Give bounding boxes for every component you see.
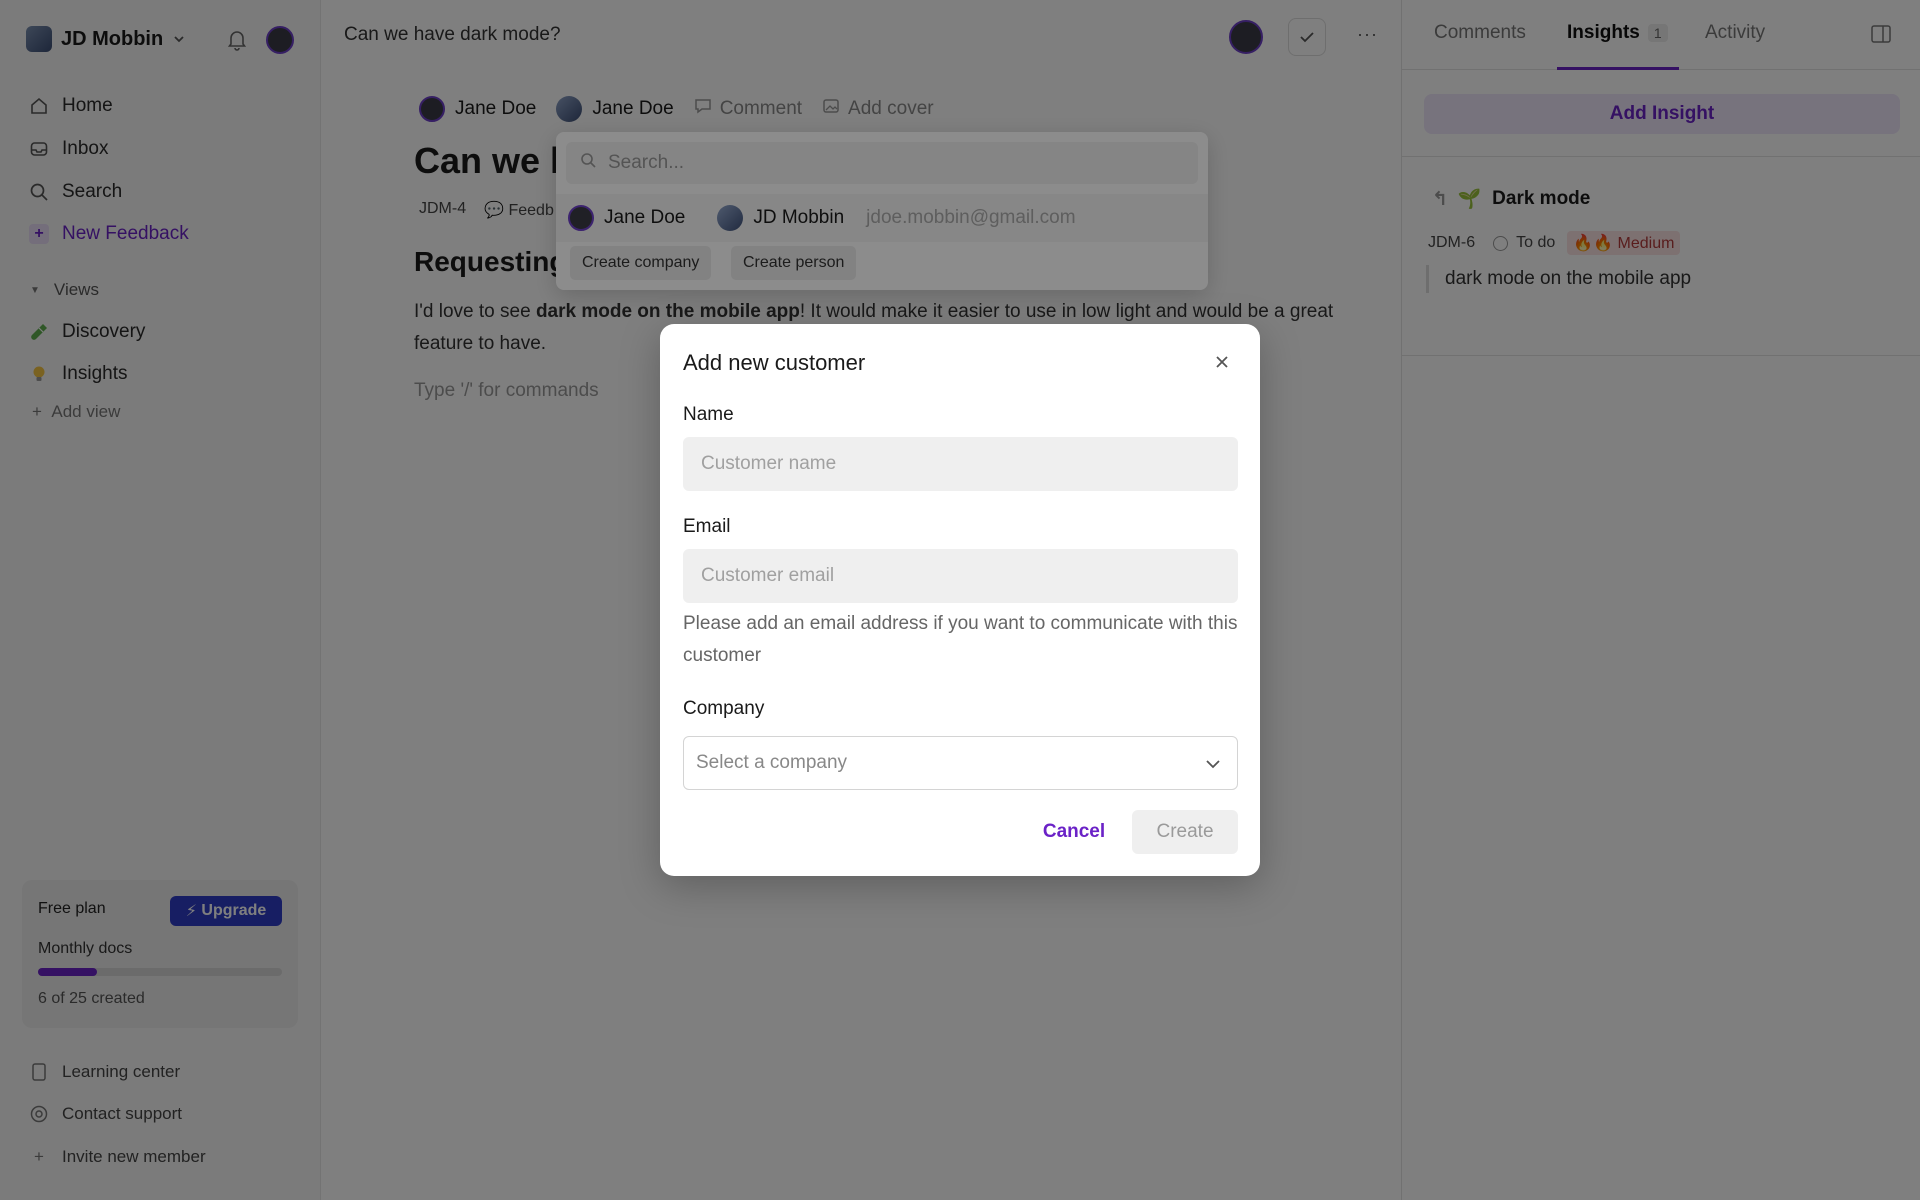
customer-name-input[interactable] bbox=[683, 437, 1238, 491]
close-button[interactable] bbox=[1210, 350, 1234, 374]
search-icon bbox=[580, 152, 596, 174]
email-help-text: Please add an email address if you want … bbox=[683, 613, 1238, 666]
customer-picker-dropdown: Search... Jane Doe JD Mobbin jdoe.mobbin… bbox=[556, 132, 1208, 290]
company-select[interactable]: Select a company bbox=[683, 736, 1238, 790]
cancel-button[interactable]: Cancel bbox=[1025, 810, 1123, 854]
email-label: Email bbox=[683, 516, 731, 537]
option-company-name: JD Mobbin bbox=[753, 207, 845, 228]
create-button[interactable]: Create bbox=[1132, 810, 1238, 854]
name-label: Name bbox=[683, 404, 734, 425]
avatar bbox=[568, 205, 594, 231]
create-company-button[interactable]: Create company bbox=[570, 246, 712, 280]
company-label: Company bbox=[683, 698, 765, 719]
close-icon bbox=[1216, 356, 1228, 368]
customer-email-input[interactable] bbox=[683, 549, 1238, 603]
dropdown-search-field[interactable]: Search... bbox=[566, 142, 1198, 184]
avatar bbox=[717, 205, 744, 231]
search-placeholder: Search... bbox=[608, 152, 685, 173]
option-person-name: Jane Doe bbox=[604, 207, 686, 228]
option-person: Jane Doe bbox=[568, 205, 685, 231]
add-customer-modal: Add new customer Name Email Please add a… bbox=[660, 324, 1260, 876]
option-email: jdoe.mobbin@gmail.com bbox=[866, 207, 1076, 228]
option-company: JD Mobbin bbox=[717, 205, 844, 231]
create-person-button[interactable]: Create person bbox=[731, 246, 857, 280]
company-select-value: Select a company bbox=[696, 752, 848, 773]
dropdown-option[interactable]: Jane Doe JD Mobbin jdoe.mobbin@gmail.com bbox=[556, 194, 1208, 242]
chevron-down-icon bbox=[1206, 760, 1220, 769]
modal-title: Add new customer bbox=[683, 350, 866, 375]
